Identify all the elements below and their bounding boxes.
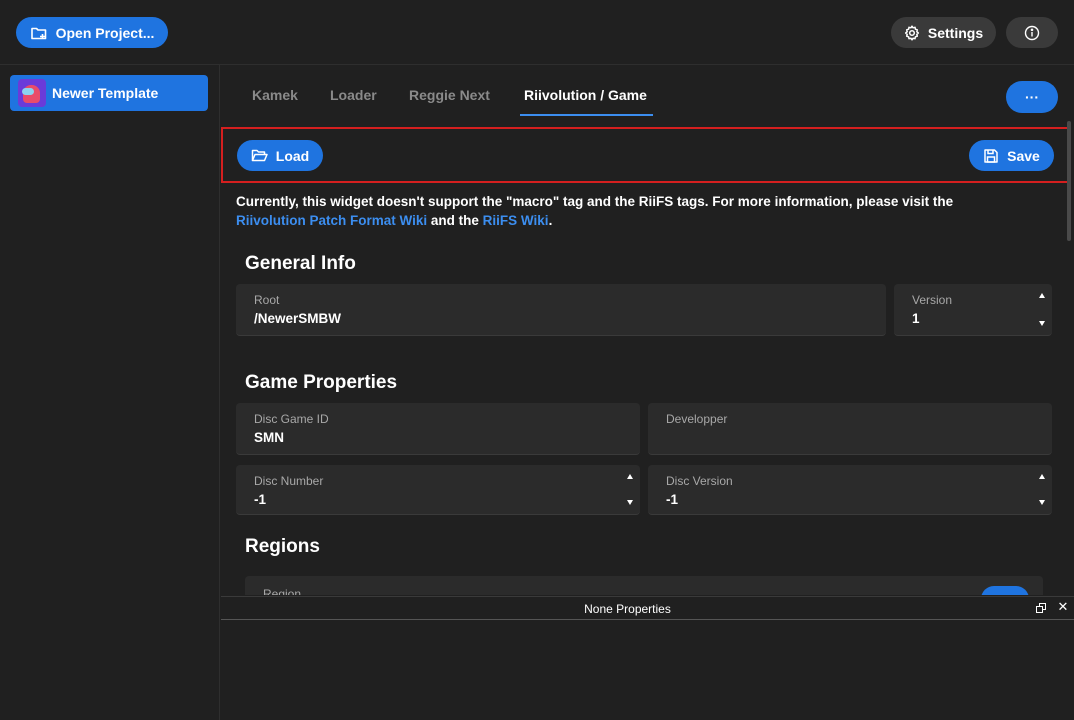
sidebar-item-newer-template[interactable]: Newer Template [10, 75, 208, 111]
close-icon[interactable]: ✕ [1056, 600, 1070, 614]
project-avatar [18, 79, 46, 107]
folder-plus-icon [30, 24, 48, 42]
disc-version-spinbox[interactable]: Disc Version -1 [648, 465, 1052, 515]
region-row[interactable]: Region [245, 576, 1043, 595]
more-button[interactable]: ··· [1006, 81, 1058, 113]
regions-title: Regions [245, 536, 320, 557]
sidebar: Newer Template [0, 65, 220, 720]
disc-game-id-label: Disc Game ID [254, 412, 329, 426]
game-properties-title: Game Properties [245, 372, 398, 393]
version-value: 1 [912, 311, 920, 326]
load-label: Load [275, 147, 310, 164]
developper-field[interactable]: Developper [648, 403, 1052, 455]
disc-number-label: Disc Number [254, 474, 324, 488]
tab-reggie-next[interactable]: Reggie Next [409, 87, 490, 103]
root-field[interactable]: Root /NewerSMBW [236, 284, 886, 336]
spin-down-icon[interactable] [1039, 500, 1045, 505]
info-circle-icon [1024, 25, 1040, 41]
tab-riivolution-game[interactable]: Riivolution / Game [524, 87, 647, 103]
version-spinbox[interactable]: Version 1 [894, 284, 1052, 336]
disc-number-spinbox[interactable]: Disc Number -1 [236, 465, 640, 515]
notice-text: Currently, this widget doesn't support t… [236, 194, 954, 209]
riifs-wiki-link[interactable]: RiiFS Wiki [483, 213, 549, 228]
save-label: Save [1007, 147, 1040, 164]
main-content: Kamek Loader Reggie Next Riivolution / G… [221, 65, 1074, 595]
riivolution-wiki-link[interactable]: Riivolution Patch Format Wiki [236, 213, 427, 228]
folder-open-icon [251, 148, 268, 163]
spin-down-icon[interactable] [1039, 321, 1045, 326]
general-info-title: General Info [245, 253, 356, 274]
version-label: Version [912, 293, 953, 307]
open-project-button[interactable]: Open Project... [16, 17, 168, 48]
root-label: Root [254, 293, 280, 307]
disc-version-label: Disc Version [666, 474, 733, 488]
gear-icon [904, 24, 920, 41]
disc-game-id-value: SMN [254, 430, 284, 445]
file-toolbar: Load Save [221, 127, 1071, 183]
region-label: Region [263, 587, 302, 595]
support-notice: Currently, this widget doesn't support t… [236, 192, 1036, 230]
sidebar-item-label: Newer Template [52, 85, 159, 101]
properties-panel-header: None Properties ✕ [221, 596, 1074, 620]
load-button[interactable]: Load [237, 140, 323, 171]
spin-up-icon[interactable] [627, 474, 633, 479]
main-scrollbar[interactable] [1067, 121, 1071, 241]
spin-up-icon[interactable] [1039, 474, 1045, 479]
active-tab-indicator [520, 114, 653, 116]
save-button[interactable]: Save [969, 140, 1054, 171]
top-bar: Open Project... Settings [0, 0, 1074, 65]
panel-title: None Properties [584, 602, 671, 616]
region-action-button[interactable] [981, 586, 1029, 595]
open-project-label: Open Project... [55, 24, 155, 41]
tab-loader[interactable]: Loader [330, 87, 377, 103]
settings-label: Settings [927, 24, 984, 41]
floppy-disk-icon [983, 148, 999, 164]
spin-up-icon[interactable] [1039, 293, 1045, 298]
root-value: /NewerSMBW [254, 311, 342, 326]
settings-button[interactable]: Settings [891, 17, 996, 48]
disc-game-id-field[interactable]: Disc Game ID SMN [236, 403, 640, 455]
spin-down-icon[interactable] [627, 500, 633, 505]
disc-number-value: -1 [254, 492, 267, 507]
developper-label: Developper [666, 412, 728, 426]
tab-bar: Kamek Loader Reggie Next Riivolution / G… [221, 65, 1074, 127]
properties-panel-body [221, 621, 1074, 720]
info-button[interactable] [1006, 17, 1058, 48]
notice-text-end: . [548, 213, 553, 228]
tab-kamek[interactable]: Kamek [252, 87, 298, 103]
float-window-icon[interactable] [1035, 602, 1047, 614]
disc-version-value: -1 [666, 492, 679, 507]
notice-text-and: and the [427, 213, 483, 228]
